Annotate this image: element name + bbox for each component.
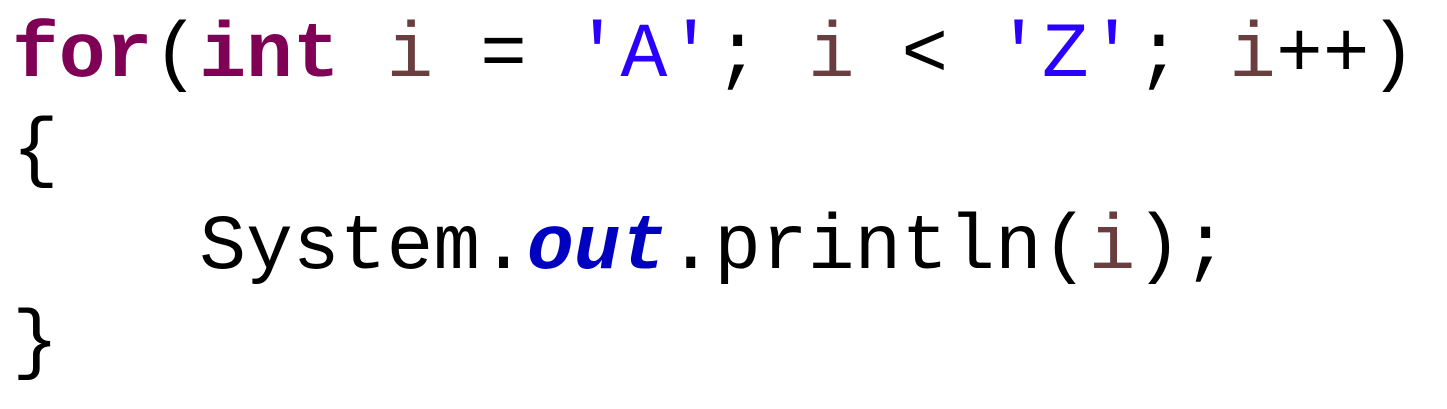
variable-i: i [386, 12, 434, 100]
char-literal-z: 'Z' [995, 12, 1136, 100]
static-field-out: out [526, 204, 668, 292]
assign-operator: = [433, 12, 574, 100]
code-line-open-brace: { [12, 104, 1416, 200]
method-println: .println( [667, 204, 1089, 292]
close-paren-semicolon: ); [1135, 204, 1230, 292]
char-literal-a: 'A' [573, 12, 715, 100]
semicolon: ; [1135, 12, 1230, 100]
variable-i: i [1088, 204, 1136, 292]
code-block: for(int i = 'A'; i < 'Z'; i++){ System.o… [12, 8, 1416, 392]
less-than-operator: < [854, 12, 996, 100]
variable-i: i [807, 12, 855, 100]
class-system: System. [199, 204, 527, 292]
variable-i: i [1229, 12, 1276, 100]
code-line-close-brace: } [12, 296, 1416, 392]
keyword-for: for [12, 12, 153, 100]
close-brace: } [12, 300, 59, 388]
increment-and-close-paren: ++) [1275, 12, 1417, 100]
open-paren: ( [152, 12, 200, 100]
semicolon: ; [714, 12, 808, 100]
code-line-println: System.out.println(i); [12, 200, 1416, 296]
code-line-for-header: for(int i = 'A'; i < 'Z'; i++) [12, 8, 1416, 104]
open-brace: { [12, 108, 59, 196]
keyword-int: int [199, 12, 340, 100]
